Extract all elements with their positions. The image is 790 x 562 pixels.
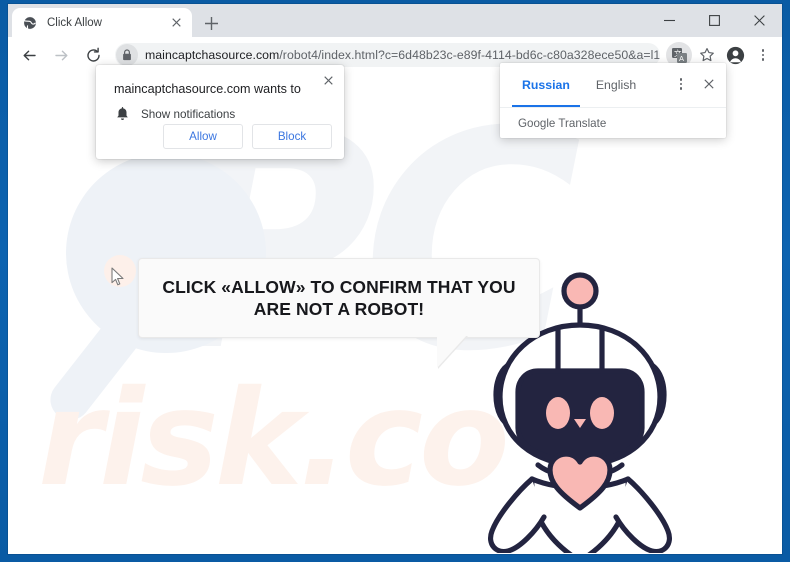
tab-click-allow[interactable]: Click Allow bbox=[12, 8, 192, 37]
allow-button[interactable]: Allow bbox=[163, 124, 243, 149]
bubble-line-2: ARE NOT A ROBOT! bbox=[253, 299, 425, 319]
tab-source-language[interactable]: Russian bbox=[512, 63, 580, 107]
translate-footer-label: Google Translate bbox=[518, 117, 607, 130]
translate-popup-actions bbox=[673, 76, 717, 92]
bell-icon bbox=[114, 106, 130, 122]
notification-permission-popup: maincaptchasource.com wants to Show noti… bbox=[96, 65, 344, 159]
permission-text: Show notifications bbox=[141, 107, 236, 121]
forward-button bbox=[47, 41, 75, 69]
close-icon[interactable] bbox=[737, 4, 782, 37]
window-controls bbox=[647, 4, 782, 37]
kebab-menu-icon[interactable] bbox=[750, 42, 776, 68]
watermark-risk: risk.co bbox=[38, 362, 510, 516]
new-tab-button[interactable] bbox=[200, 12, 222, 34]
permission-close-icon[interactable] bbox=[319, 71, 337, 89]
browser-window: Click Allow maincaptchasource.com/robot4… bbox=[8, 4, 782, 554]
url-text: maincaptchasource.com/robot4/index.html?… bbox=[145, 48, 660, 62]
permission-detail-row: Show notifications bbox=[114, 106, 235, 122]
block-button[interactable]: Block bbox=[252, 124, 332, 149]
permission-title: maincaptchasource.com wants to bbox=[114, 82, 301, 96]
svg-text:A: A bbox=[679, 54, 684, 63]
translate-language-tabs: Russian English bbox=[500, 63, 726, 108]
speech-bubble: CLICK «ALLOW» TO CONFIRM THAT YOU ARE NO… bbox=[138, 258, 540, 338]
tab-target-language[interactable]: English bbox=[592, 63, 640, 107]
bubble-line-1: CLICK «ALLOW» TO CONFIRM THAT YOU bbox=[162, 276, 516, 297]
translate-popup: Russian English Google Translate bbox=[500, 63, 726, 138]
maximize-icon[interactable] bbox=[692, 4, 737, 37]
translate-kebab-menu-icon[interactable] bbox=[673, 76, 689, 92]
permission-buttons: Allow Block bbox=[163, 124, 332, 149]
url-domain: maincaptchasource.com bbox=[145, 48, 280, 62]
mouse-cursor bbox=[111, 267, 125, 292]
tab-close-icon[interactable] bbox=[167, 14, 185, 32]
globe-icon bbox=[22, 15, 38, 31]
speech-bubble-tail bbox=[437, 335, 467, 368]
url-path: /robot4/index.html?c=6d48b23c-e89f-4114-… bbox=[279, 48, 660, 62]
translate-close-icon[interactable] bbox=[701, 76, 717, 92]
tab-strip: Click Allow bbox=[8, 4, 782, 37]
lock-icon[interactable] bbox=[116, 44, 138, 66]
desktop-background: Click Allow maincaptchasource.com/robot4… bbox=[0, 0, 790, 562]
tab-title: Click Allow bbox=[47, 16, 102, 29]
speech-bubble-text: CLICK «ALLOW» TO CONFIRM THAT YOU ARE NO… bbox=[148, 276, 529, 321]
minimize-icon[interactable] bbox=[647, 4, 692, 37]
back-button[interactable] bbox=[15, 41, 43, 69]
watermark-magnifier-handle bbox=[42, 308, 148, 428]
